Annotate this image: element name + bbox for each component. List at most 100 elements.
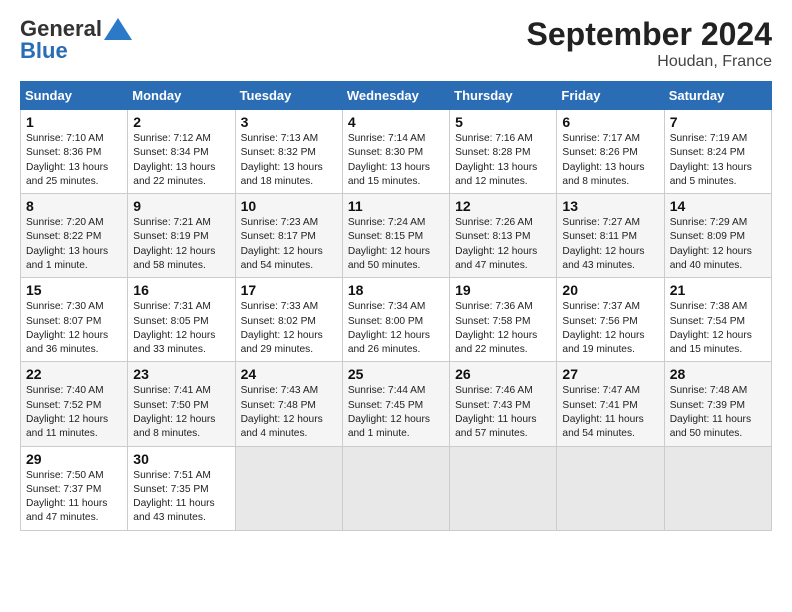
- day-info: Sunrise: 7:26 AM Sunset: 8:13 PM Dayligh…: [455, 216, 551, 273]
- day-number: 16: [133, 282, 229, 298]
- day-info: Sunrise: 7:47 AM Sunset: 7:41 PM Dayligh…: [562, 384, 658, 441]
- day-info: Sunrise: 7:13 AM Sunset: 8:32 PM Dayligh…: [241, 132, 337, 189]
- day-info: Sunrise: 7:48 AM Sunset: 7:39 PM Dayligh…: [670, 384, 766, 441]
- day-info: Sunrise: 7:20 AM Sunset: 8:22 PM Dayligh…: [26, 216, 122, 273]
- day-cell: 10 Sunrise: 7:23 AM Sunset: 8:17 PM Dayli…: [235, 194, 342, 278]
- day-cell: [450, 446, 557, 530]
- day-cell: 21 Sunrise: 7:38 AM Sunset: 7:54 PM Dayli…: [664, 278, 771, 362]
- day-number: 6: [562, 114, 658, 130]
- day-cell: 25Sunrise: 7:44 AM Sunset: 7:45 PM Dayli…: [342, 362, 449, 446]
- day-info: Sunrise: 7:36 AM Sunset: 7:58 PM Dayligh…: [455, 300, 551, 357]
- day-info: Sunrise: 7:50 AM Sunset: 7:37 PM Dayligh…: [26, 469, 122, 526]
- day-info: Sunrise: 7:30 AM Sunset: 8:07 PM Dayligh…: [26, 300, 122, 357]
- day-info: Sunrise: 7:19 AM Sunset: 8:24 PM Dayligh…: [670, 132, 766, 189]
- day-number: 8: [26, 198, 122, 214]
- day-number: 15: [26, 282, 122, 298]
- day-info: Sunrise: 7:43 AM Sunset: 7:48 PM Dayligh…: [241, 384, 337, 441]
- day-cell: 7 Sunrise: 7:19 AM Sunset: 8:24 PM Daylig…: [664, 110, 771, 194]
- day-number: 25: [348, 366, 444, 382]
- day-cell: 20Sunrise: 7:37 AM Sunset: 7:56 PM Dayli…: [557, 278, 664, 362]
- day-number: 13: [562, 198, 658, 214]
- day-number: 30: [133, 451, 229, 467]
- day-number: 21: [670, 282, 766, 298]
- week-row-3: 22 Sunrise: 7:40 AM Sunset: 7:52 PM Dayli…: [21, 362, 772, 446]
- day-info: Sunrise: 7:16 AM Sunset: 8:28 PM Dayligh…: [455, 132, 551, 189]
- day-info: Sunrise: 7:27 AM Sunset: 8:11 PM Dayligh…: [562, 216, 658, 273]
- day-info: Sunrise: 7:17 AM Sunset: 8:26 PM Dayligh…: [562, 132, 658, 189]
- day-number: 3: [241, 114, 337, 130]
- calendar-title: September 2024: [527, 16, 772, 53]
- day-info: Sunrise: 7:14 AM Sunset: 8:30 PM Dayligh…: [348, 132, 444, 189]
- day-info: Sunrise: 7:46 AM Sunset: 7:43 PM Dayligh…: [455, 384, 551, 441]
- day-info: Sunrise: 7:34 AM Sunset: 8:00 PM Dayligh…: [348, 300, 444, 357]
- day-cell: 17Sunrise: 7:33 AM Sunset: 8:02 PM Dayli…: [235, 278, 342, 362]
- day-cell: 14Sunrise: 7:29 AM Sunset: 8:09 PM Dayli…: [664, 194, 771, 278]
- day-cell: [235, 446, 342, 530]
- day-cell: 12Sunrise: 7:26 AM Sunset: 8:13 PM Dayli…: [450, 194, 557, 278]
- day-cell: 23 Sunrise: 7:41 AM Sunset: 7:50 PM Dayli…: [128, 362, 235, 446]
- day-info: Sunrise: 7:38 AM Sunset: 7:54 PM Dayligh…: [670, 300, 766, 357]
- col-sunday: Sunday: [21, 82, 128, 110]
- day-number: 27: [562, 366, 658, 382]
- day-info: Sunrise: 7:41 AM Sunset: 7:50 PM Dayligh…: [133, 384, 229, 441]
- day-cell: 1 Sunrise: 7:10 AM Sunset: 8:36 PM Daylig…: [21, 110, 128, 194]
- day-number: 2: [133, 114, 229, 130]
- day-number: 11: [348, 198, 444, 214]
- week-row-2: 15 Sunrise: 7:30 AM Sunset: 8:07 PM Dayli…: [21, 278, 772, 362]
- day-number: 19: [455, 282, 551, 298]
- day-cell: 30Sunrise: 7:51 AM Sunset: 7:35 PM Dayli…: [128, 446, 235, 530]
- calendar-subtitle: Houdan, France: [527, 53, 772, 71]
- day-cell: 4 Sunrise: 7:14 AM Sunset: 8:30 PM Daylig…: [342, 110, 449, 194]
- day-cell: 19 Sunrise: 7:36 AM Sunset: 7:58 PM Dayli…: [450, 278, 557, 362]
- day-info: Sunrise: 7:40 AM Sunset: 7:52 PM Dayligh…: [26, 384, 122, 441]
- day-info: Sunrise: 7:21 AM Sunset: 8:19 PM Dayligh…: [133, 216, 229, 273]
- day-cell: [342, 446, 449, 530]
- day-cell: 6 Sunrise: 7:17 AM Sunset: 8:26 PM Daylig…: [557, 110, 664, 194]
- day-cell: 16 Sunrise: 7:31 AM Sunset: 8:05 PM Dayli…: [128, 278, 235, 362]
- day-number: 28: [670, 366, 766, 382]
- day-number: 1: [26, 114, 122, 130]
- col-saturday: Saturday: [664, 82, 771, 110]
- day-number: 22: [26, 366, 122, 382]
- col-tuesday: Tuesday: [235, 82, 342, 110]
- day-cell: 15 Sunrise: 7:30 AM Sunset: 8:07 PM Dayli…: [21, 278, 128, 362]
- day-info: Sunrise: 7:12 AM Sunset: 8:34 PM Dayligh…: [133, 132, 229, 189]
- day-number: 17: [241, 282, 337, 298]
- day-info: Sunrise: 7:10 AM Sunset: 8:36 PM Dayligh…: [26, 132, 122, 189]
- col-friday: Friday: [557, 82, 664, 110]
- week-row-1: 8 Sunrise: 7:20 AM Sunset: 8:22 PM Daylig…: [21, 194, 772, 278]
- day-number: 9: [133, 198, 229, 214]
- day-cell: [664, 446, 771, 530]
- day-cell: 13 Sunrise: 7:27 AM Sunset: 8:11 PM Dayli…: [557, 194, 664, 278]
- logo-blue: Blue: [20, 38, 68, 64]
- col-wednesday: Wednesday: [342, 82, 449, 110]
- day-cell: 24 Sunrise: 7:43 AM Sunset: 7:48 PM Dayli…: [235, 362, 342, 446]
- page: General Blue September 2024 Houdan, Fran…: [0, 0, 792, 541]
- day-number: 26: [455, 366, 551, 382]
- day-info: Sunrise: 7:23 AM Sunset: 8:17 PM Dayligh…: [241, 216, 337, 273]
- col-monday: Monday: [128, 82, 235, 110]
- day-cell: [557, 446, 664, 530]
- day-cell: 28 Sunrise: 7:48 AM Sunset: 7:39 PM Dayli…: [664, 362, 771, 446]
- day-cell: 2 Sunrise: 7:12 AM Sunset: 8:34 PM Daylig…: [128, 110, 235, 194]
- day-info: Sunrise: 7:29 AM Sunset: 8:09 PM Dayligh…: [670, 216, 766, 273]
- day-number: 23: [133, 366, 229, 382]
- logo-icon: [104, 18, 132, 40]
- day-info: Sunrise: 7:31 AM Sunset: 8:05 PM Dayligh…: [133, 300, 229, 357]
- header-row: Sunday Monday Tuesday Wednesday Thursday…: [21, 82, 772, 110]
- day-number: 5: [455, 114, 551, 130]
- day-cell: 29Sunrise: 7:50 AM Sunset: 7:37 PM Dayli…: [21, 446, 128, 530]
- day-number: 7: [670, 114, 766, 130]
- col-thursday: Thursday: [450, 82, 557, 110]
- day-cell: 11Sunrise: 7:24 AM Sunset: 8:15 PM Dayli…: [342, 194, 449, 278]
- header: General Blue September 2024 Houdan, Fran…: [20, 16, 772, 71]
- week-row-4: 29Sunrise: 7:50 AM Sunset: 7:37 PM Dayli…: [21, 446, 772, 530]
- day-cell: 5 Sunrise: 7:16 AM Sunset: 8:28 PM Daylig…: [450, 110, 557, 194]
- day-number: 4: [348, 114, 444, 130]
- day-cell: 26 Sunrise: 7:46 AM Sunset: 7:43 PM Dayli…: [450, 362, 557, 446]
- day-number: 18: [348, 282, 444, 298]
- day-number: 20: [562, 282, 658, 298]
- day-number: 24: [241, 366, 337, 382]
- calendar-table: Sunday Monday Tuesday Wednesday Thursday…: [20, 81, 772, 531]
- day-number: 10: [241, 198, 337, 214]
